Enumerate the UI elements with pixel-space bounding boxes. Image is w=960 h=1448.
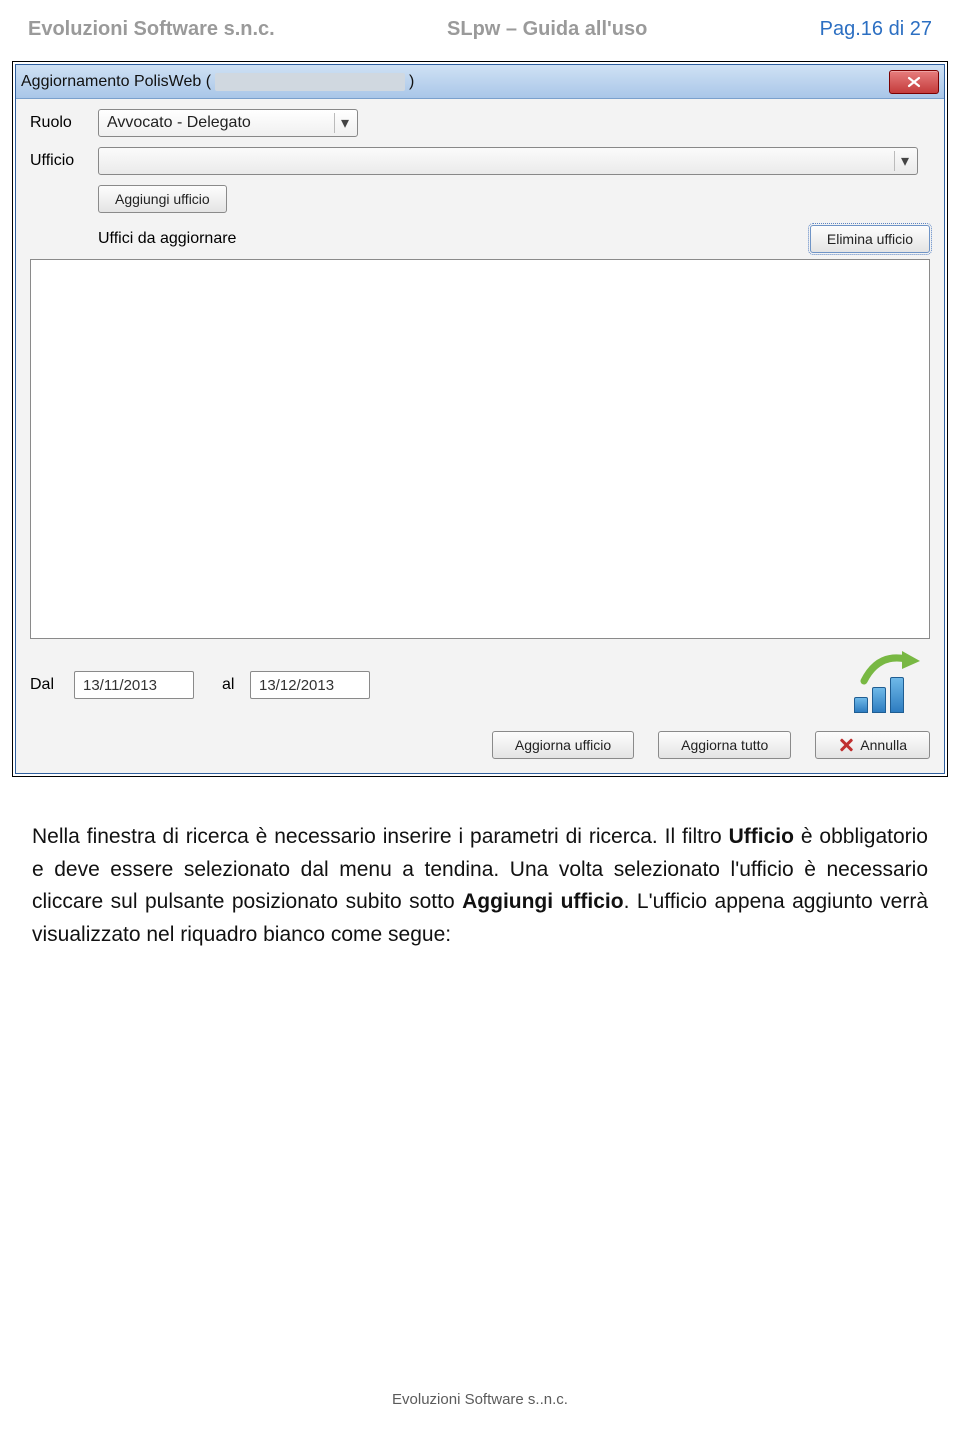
annulla-button[interactable]: Annulla xyxy=(815,731,930,759)
al-label: al xyxy=(222,676,250,694)
dal-input[interactable]: 13/11/2013 xyxy=(74,671,194,699)
header-center: SLpw – Guida all'uso xyxy=(447,18,647,41)
title-redacted xyxy=(215,73,405,91)
title-prefix: Aggiornamento PolisWeb ( xyxy=(21,73,211,91)
body-paragraph: Nella finestra di ricerca è necessario i… xyxy=(0,801,960,951)
dialog-title: Aggiornamento PolisWeb ( ) xyxy=(21,73,414,91)
title-suffix: ) xyxy=(409,73,414,91)
dialog-titlebar: Aggiornamento PolisWeb ( ) xyxy=(16,65,944,99)
al-value: 13/12/2013 xyxy=(259,677,334,694)
ruolo-label: Ruolo xyxy=(30,114,90,132)
uffici-listbox[interactable] xyxy=(30,259,930,639)
al-input[interactable]: 13/12/2013 xyxy=(250,671,370,699)
chevron-down-icon: ▾ xyxy=(334,113,349,133)
aggiorna-tutto-button[interactable]: Aggiorna tutto xyxy=(658,731,791,759)
dialog-body: Ruolo Avvocato - Delegato ▾ Ufficio ▾ Ag… xyxy=(16,99,944,773)
ufficio-combo[interactable]: ▾ xyxy=(98,147,918,175)
aggiorna-ufficio-button[interactable]: Aggiorna ufficio xyxy=(492,731,634,759)
annulla-label: Annulla xyxy=(860,737,907,753)
ruolo-value: Avvocato - Delegato xyxy=(107,114,251,132)
page-header: Evoluzioni Software s.n.c. SLpw – Guida … xyxy=(0,0,960,49)
uffici-da-aggiornare-label: Uffici da aggiornare xyxy=(30,230,236,248)
ufficio-label: Ufficio xyxy=(30,152,90,170)
dal-label: Dal xyxy=(30,676,74,694)
close-button[interactable] xyxy=(889,70,939,94)
para-bold-ufficio: Ufficio xyxy=(729,825,794,848)
para-text: Nella finestra di ricerca è necessario i… xyxy=(32,825,729,848)
header-right: Pag.16 di 27 xyxy=(820,18,932,41)
cancel-icon xyxy=(838,737,854,753)
close-icon xyxy=(907,76,921,88)
aggiungi-ufficio-button[interactable]: Aggiungi ufficio xyxy=(98,185,227,213)
refresh-chart-icon xyxy=(848,657,930,713)
para-bold-aggiungi: Aggiungi ufficio xyxy=(462,890,623,913)
chevron-down-icon: ▾ xyxy=(894,151,909,171)
dal-value: 13/11/2013 xyxy=(83,677,157,694)
polisweb-dialog: Aggiornamento PolisWeb ( ) Ruolo Avvocat… xyxy=(15,64,945,774)
dialog-screenshot: Aggiornamento PolisWeb ( ) Ruolo Avvocat… xyxy=(12,61,948,777)
elimina-ufficio-button[interactable]: Elimina ufficio xyxy=(810,225,930,253)
header-left: Evoluzioni Software s.n.c. xyxy=(28,18,275,41)
page-footer: Evoluzioni Software s..n.c. xyxy=(0,1391,960,1408)
ruolo-combo[interactable]: Avvocato - Delegato ▾ xyxy=(98,109,358,137)
